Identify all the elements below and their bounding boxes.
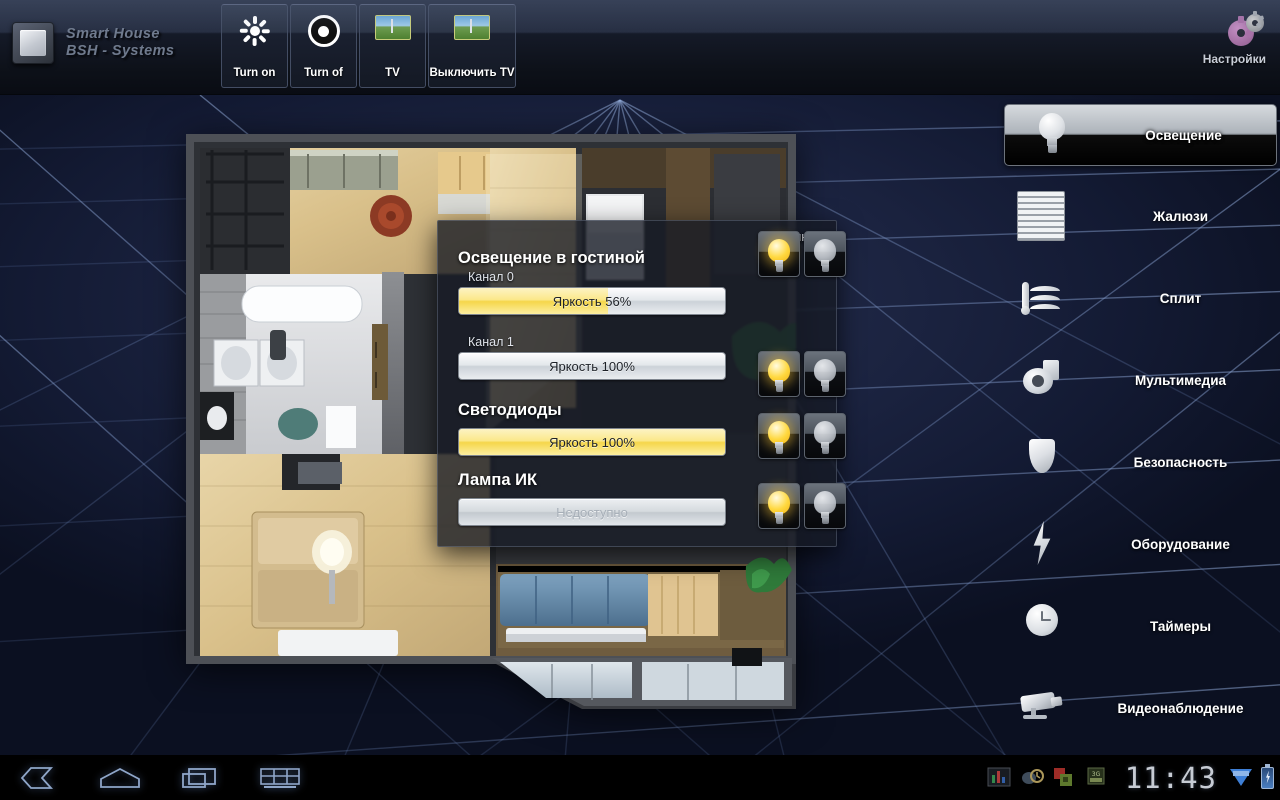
svg-text:3G: 3G [1091,771,1100,778]
lightbulb-off-icon[interactable] [804,351,846,397]
toolbar-button-label: TV [385,67,400,79]
logo-line-1: Smart House [66,25,160,42]
bulb-toggle-group-leds [758,413,846,459]
channel-row-0: Освещение в гостиной Канал 0 Яркость 56% [458,231,846,315]
system-clock: 11:43 [1124,760,1217,795]
sidebar-item-label: Оборудование [1131,536,1230,552]
app-logo: Smart House BSH - Systems [12,22,174,64]
lightbulb-off-icon[interactable] [804,231,846,277]
equalizer-icon[interactable] [987,767,1011,789]
home-icon[interactable] [80,755,160,800]
sidebar-item-label: Видеонаблюдение [1117,700,1244,716]
settings-label: Настройки [1202,52,1266,66]
logo-line-2: BSH - Systems [66,43,175,59]
lightbulb-on-icon[interactable] [758,351,800,397]
toolbar-button-label: Turn of [304,67,343,79]
channel-sub-label: Канал 1 [468,335,514,349]
tv-icon [454,15,490,40]
bulb-toggle-group-1 [758,351,846,397]
sidebar-item-video-surveillance[interactable]: Видеонаблюдение [995,676,1280,740]
quick-action-toolbar: Turn on Turn of TV Выключить TV [221,4,516,88]
slider-value-label: Недоступно [556,504,628,520]
toolbar-button-tv[interactable]: TV [359,4,426,88]
toolbar-button-turn-on[interactable]: Turn on [221,4,288,88]
gears-icon [1212,10,1272,52]
sidebar-item-security[interactable]: Безопасность [995,430,1280,494]
brightness-slider-leds[interactable]: Яркость 100% [458,428,726,456]
sidebar-item-lighting[interactable]: Освещение [1004,104,1277,166]
sidebar-item-label: Таймеры [1150,618,1211,634]
lighting-control-dialog: Гостиная Освещение в гостиной Канал 0 Яр… [437,220,846,547]
sidebar-item-label: Жалюзи [1153,208,1208,224]
channel-row-ir-lamp: Лампа ИК Недоступно [458,471,846,529]
sun-icon [239,15,271,47]
wifi-icon[interactable] [1230,769,1252,786]
top-toolbar: Smart House BSH - Systems Turn on Turn o… [0,0,1280,95]
logo-mark-icon [12,22,54,64]
sidebar-item-equipment[interactable]: Оборудование [995,512,1280,576]
brightness-slider-channel-1[interactable]: Яркость 100% [458,352,726,380]
navigation-buttons [0,755,320,800]
settings-button[interactable]: Настройки [1203,10,1272,66]
bulb-toggle-group-0 [758,231,846,277]
channel-row-leds: Светодиоды Яркость 100% [458,401,846,459]
record-icon [307,15,340,47]
lightbulb-off-icon[interactable] [804,413,846,459]
sd-card-icon[interactable]: 3G [1086,767,1110,789]
sidebar-item-timers[interactable]: Таймеры [995,594,1280,658]
slider-value-label: Яркость 100% [549,434,635,450]
toolbar-button-turn-off[interactable]: Turn of [290,4,357,88]
lightbulb-on-icon[interactable] [758,483,800,529]
toolbar-button-label: Turn on [233,67,276,79]
lightbulb-on-icon[interactable] [758,231,800,277]
lightbulb-off-icon[interactable] [804,483,846,529]
category-sidebar: Освещение Жалюзи Сплит Мультимедиа Безоп… [995,104,1280,758]
tv-icon [374,15,411,40]
toolbar-button-label: Выключить TV [429,67,515,79]
slider-value-label: Яркость 100% [549,358,635,374]
brightness-slider-channel-0[interactable]: Яркость 56% [458,287,726,315]
android-system-bar: 3G 11:43 [0,755,1280,800]
sidebar-item-label: Освещение [1145,127,1222,143]
sidebar-item-multimedia[interactable]: Мультимедиа [995,348,1280,412]
sidebar-item-split-ac[interactable]: Сплит [995,266,1280,330]
lightbulb-on-icon[interactable] [758,413,800,459]
sync-icon[interactable] [1020,767,1044,789]
keyboard-icon[interactable] [240,755,320,800]
recents-icon[interactable] [160,755,240,800]
sidebar-item-label: Сплит [1159,290,1202,306]
channel-row-1: Канал 1 Яркость 100% [458,333,846,397]
sidebar-item-blinds[interactable]: Жалюзи [995,184,1280,248]
slider-value-label: Яркость 56% [552,293,632,309]
battery-charging-icon[interactable] [1261,763,1274,789]
brightness-slider-ir-lamp: Недоступно [458,498,726,526]
sidebar-item-label: Мультимедиа [1134,372,1227,388]
back-icon[interactable] [0,755,80,800]
apps-icon[interactable] [1053,767,1077,789]
status-tray: 3G 11:43 [987,755,1274,800]
toolbar-button-tv-off[interactable]: Выключить TV [428,4,516,88]
sidebar-item-label: Безопасность [1133,454,1228,470]
bulb-toggle-group-ir-lamp [758,483,846,529]
